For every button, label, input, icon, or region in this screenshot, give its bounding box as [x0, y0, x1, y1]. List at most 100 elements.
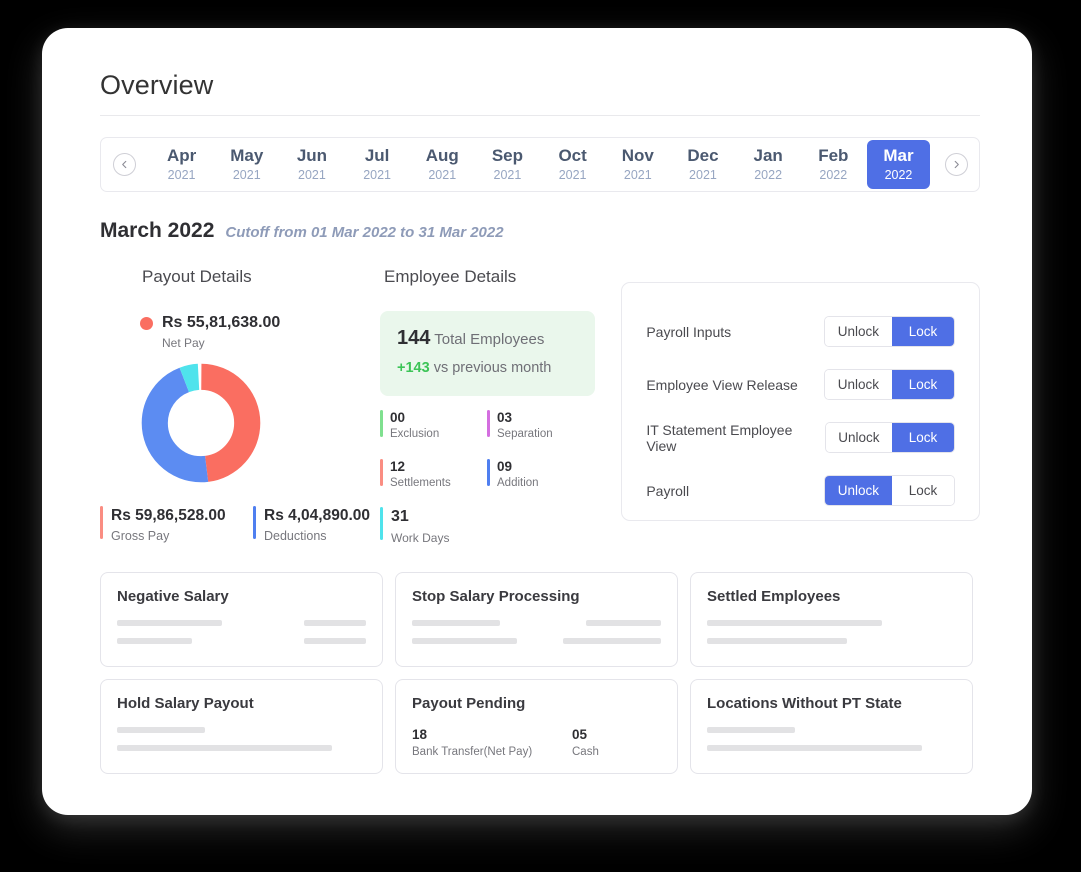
placeholder-bar: [412, 638, 517, 644]
cutoff-period: March 2022: [100, 219, 215, 242]
payout-pending-count: 18: [412, 727, 428, 742]
placeholder-line: [707, 745, 956, 751]
unlock-button[interactable]: Unlock: [824, 317, 892, 346]
month-tab-mar-2022[interactable]: Mar 2022: [866, 140, 931, 189]
month-tab-may-2021[interactable]: May 2021: [215, 140, 278, 189]
month-tab-month: Dec: [687, 145, 719, 165]
month-tab-month: Jan: [753, 145, 783, 165]
employee-stat-addition: 09 Addition: [487, 459, 594, 491]
card-hold-salary-payout[interactable]: Hold Salary Payout: [100, 679, 383, 774]
screen-root: Overview Apr 2021 May 2021 Jun 2021 Jul 2021 Aug…: [0, 0, 1081, 872]
month-tab-aug-2021[interactable]: Aug 2021: [411, 140, 474, 189]
month-tab-month: Apr: [166, 145, 197, 165]
month-tab-jun-2021[interactable]: Jun 2021: [280, 140, 343, 189]
month-tab-year: 2021: [167, 167, 196, 182]
employee-delta-row: +143 vs previous month: [397, 357, 578, 379]
unlock-button[interactable]: Unlock: [825, 423, 892, 452]
placeholder-line: [412, 620, 661, 626]
work-days-color-bar: [380, 507, 383, 540]
net-pay-dot-icon: [140, 317, 153, 330]
card-settled-employees[interactable]: Settled Employees: [690, 572, 973, 667]
month-tab-month: Sep: [491, 145, 524, 165]
month-tab-year: 2021: [558, 167, 587, 182]
unlock-button[interactable]: Unlock: [824, 476, 892, 505]
placeholder-bar: [304, 620, 366, 626]
card-locations-without-pt-state[interactable]: Locations Without PT State: [690, 679, 973, 774]
prev-month-button[interactable]: [101, 138, 147, 191]
month-tab-jul-2021[interactable]: Jul 2021: [346, 140, 409, 189]
employee-details-section: Employee Details 144 Total Employees +14…: [380, 265, 613, 547]
lock-button[interactable]: Lock: [892, 476, 954, 505]
lock-row-employee-view-release: Employee View Release Unlock Lock: [646, 358, 955, 411]
placeholder-line: [117, 745, 366, 751]
placeholder-line: [412, 638, 661, 644]
month-tab-month: May: [230, 145, 264, 165]
month-tab-nov-2021[interactable]: Nov 2021: [606, 140, 669, 189]
month-tab-feb-2022[interactable]: Feb 2022: [802, 140, 865, 189]
main-content: Payout Details Rs 55,81,638.00 Net Pay R…: [100, 265, 980, 547]
payout-pending-item: 05 Cash: [572, 726, 599, 760]
net-pay-label: Net Pay: [162, 336, 205, 350]
deductions-label: Deductions: [264, 529, 327, 543]
page-title: Overview: [100, 70, 214, 100]
placeholder-line: [707, 620, 956, 626]
card-placeholder-lines: [707, 727, 956, 751]
lock-button[interactable]: Lock: [892, 370, 954, 399]
card-payout-pending[interactable]: Payout Pending 18 Bank Transfer(Net Pay) 05…: [395, 679, 678, 774]
placeholder-bar: [586, 620, 661, 626]
lock-row-payroll-inputs: Payroll Inputs Unlock Lock: [646, 305, 955, 358]
employee-summary-box: 144 Total Employees +143 vs previous mon…: [380, 311, 595, 396]
lock-row-it-statement-employee-view: IT Statement Employee View Unlock Lock: [646, 411, 955, 464]
card-placeholder-lines: [707, 620, 956, 644]
card-stop-salary-processing[interactable]: Stop Salary Processing: [395, 572, 678, 667]
lock-panel: Payroll Inputs Unlock Lock Employee View Re…: [621, 282, 980, 521]
stat-label: Settlements: [390, 477, 451, 489]
lock-row-label: Employee View Release: [646, 376, 798, 393]
payout-details-section: Payout Details Rs 55,81,638.00 Net Pay R…: [100, 265, 380, 547]
title-divider: [100, 115, 980, 116]
stat-value: 03: [497, 410, 513, 425]
stat-color-bar: [487, 410, 490, 437]
employee-delta-label: vs previous month: [433, 360, 552, 376]
unlock-button[interactable]: Unlock: [824, 370, 892, 399]
lock-toggle-payroll-inputs[interactable]: Unlock Lock: [823, 316, 955, 347]
payout-details-heading: Payout Details: [142, 267, 252, 286]
total-employees-row: 144 Total Employees: [397, 327, 578, 351]
month-tab-jan-2022[interactable]: Jan 2022: [737, 140, 800, 189]
month-tab-dec-2021[interactable]: Dec 2021: [671, 140, 734, 189]
lock-toggle-it-statement-employee-view[interactable]: Unlock Lock: [824, 422, 955, 453]
month-tab-oct-2021[interactable]: Oct 2021: [541, 140, 604, 189]
month-tab-year: 2022: [819, 167, 848, 182]
summary-cards-grid: Negative Salary Stop Salary Processing Set…: [100, 572, 980, 774]
employee-breakdown-grid: 00 Exclusion 03 Separation 12 Settlements 09 Ad…: [380, 410, 595, 508]
employee-stat-separation: 03 Separation: [487, 410, 594, 442]
donut-svg: [141, 363, 261, 483]
placeholder-line: [117, 638, 366, 644]
employee-details-heading: Employee Details: [384, 267, 517, 286]
gross-pay-label: Gross Pay: [111, 529, 170, 543]
card-title: Locations Without PT State: [707, 695, 902, 712]
card-negative-salary[interactable]: Negative Salary: [100, 572, 383, 667]
month-tab-year: 2021: [428, 167, 457, 182]
payout-donut-chart: [100, 362, 380, 484]
card-title: Settled Employees: [707, 588, 841, 605]
month-tab-month: Nov: [621, 145, 654, 165]
placeholder-bar: [117, 638, 192, 644]
deductions-color-bar: [253, 506, 256, 539]
month-tab-apr-2021[interactable]: Apr 2021: [150, 140, 213, 189]
month-selector[interactable]: Apr 2021 May 2021 Jun 2021 Jul 2021 Aug 2021 Sep 20…: [100, 137, 980, 192]
lock-row-label: Payroll Inputs: [646, 323, 732, 340]
lock-button[interactable]: Lock: [892, 423, 954, 452]
lock-toggle-employee-view-release[interactable]: Unlock Lock: [823, 369, 955, 400]
lock-toggle-payroll[interactable]: Unlock Lock: [823, 475, 955, 506]
placeholder-bar: [117, 620, 222, 626]
placeholder-line: [117, 727, 366, 733]
stat-label: Separation: [497, 428, 553, 440]
month-tab-month: Feb: [818, 145, 849, 165]
lock-button[interactable]: Lock: [892, 317, 954, 346]
month-tab-sep-2021[interactable]: Sep 2021: [476, 140, 539, 189]
payout-stats-row: Rs 59,86,528.00 Gross Pay Rs 4,04,890.00…: [100, 506, 380, 545]
next-month-button[interactable]: [933, 138, 979, 191]
work-days-label: Work Days: [391, 531, 450, 545]
work-days-stat: 31 Work Days: [380, 507, 613, 547]
